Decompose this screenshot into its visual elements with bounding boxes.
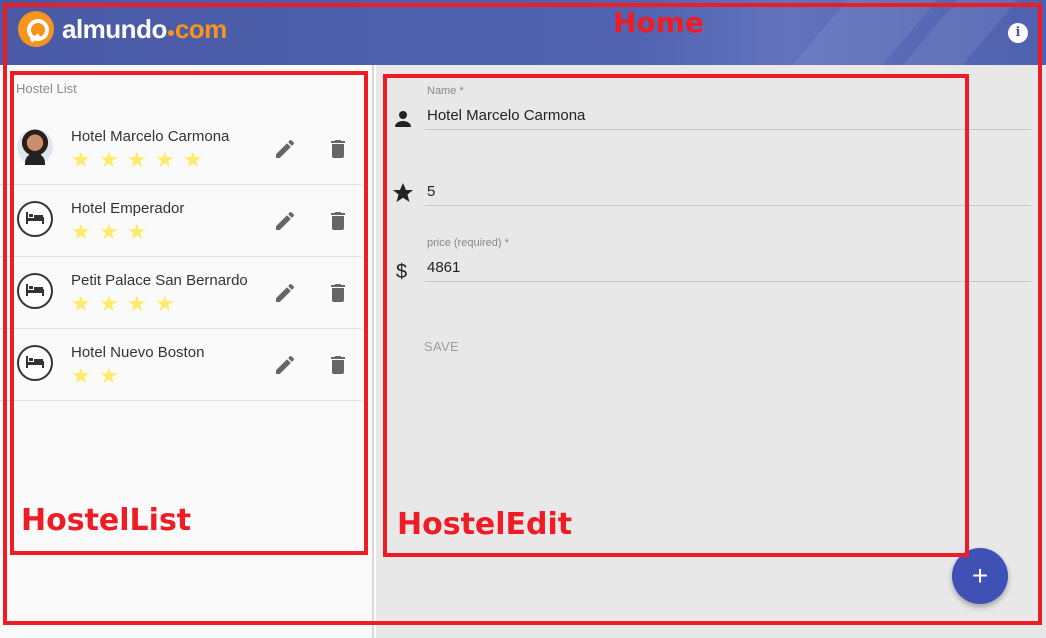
hostellist-annotation-label: HostelList — [21, 503, 192, 538]
hostellist-annotation-box — [10, 71, 368, 555]
hosteledit-annotation-label: HostelEdit — [397, 507, 573, 542]
app-root: almundo com i Hostel List Hotel Marcelo C… — [0, 0, 1046, 638]
home-annotation-label: Home — [613, 6, 704, 39]
hosteledit-annotation-box — [383, 74, 969, 557]
